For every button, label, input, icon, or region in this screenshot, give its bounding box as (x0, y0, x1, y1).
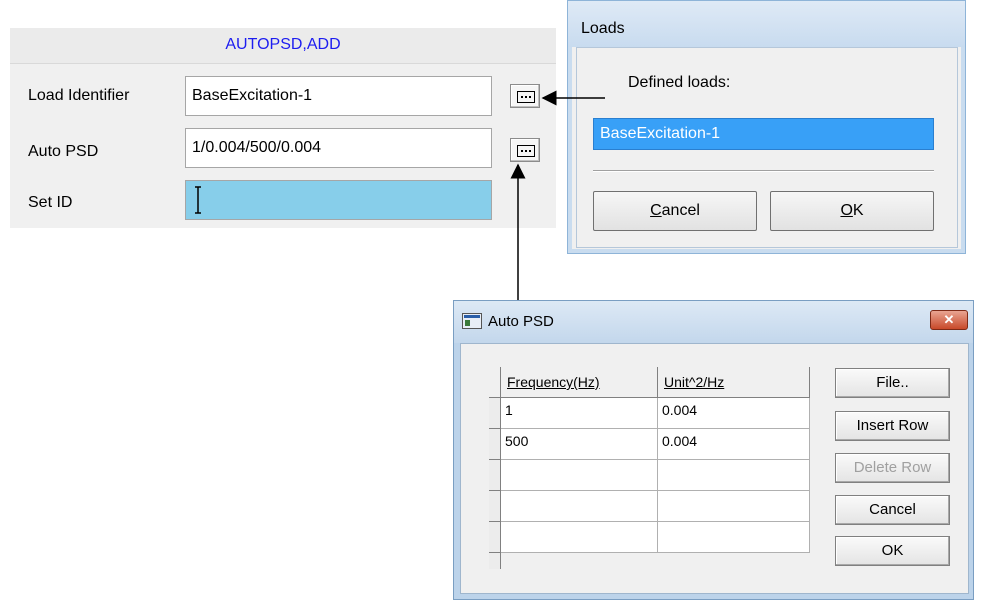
set-id-label: Set ID (28, 194, 73, 211)
insert-row-button[interactable]: Insert Row (835, 411, 950, 441)
loads-titlebar[interactable] (568, 1, 965, 47)
cancel-mnemonic: C (650, 202, 662, 219)
form-title: AUTOPSD,ADD (10, 28, 556, 64)
close-icon: ✕ (943, 312, 955, 327)
cell-frequency[interactable] (501, 460, 658, 491)
grid-corner (489, 367, 501, 398)
row-header[interactable] (489, 522, 501, 553)
loads-ok-button[interactable]: OK (770, 191, 934, 231)
load-identifier-browse-button[interactable] (510, 84, 540, 108)
cancel-rest: ancel (661, 202, 700, 219)
cell-frequency[interactable] (501, 491, 658, 522)
row-header[interactable] (489, 491, 501, 522)
window-icon (462, 313, 482, 329)
row-header[interactable] (489, 398, 501, 429)
loads-separator (593, 170, 934, 172)
column-header-label: Unit^2/Hz (664, 374, 725, 390)
close-button[interactable]: ✕ (930, 310, 968, 330)
loads-cancel-button[interactable]: Cancel (593, 191, 757, 231)
loads-dialog-title: Loads (581, 20, 625, 37)
cell-unit[interactable] (658, 460, 810, 491)
set-id-input[interactable] (185, 180, 492, 220)
ellipsis-icon (517, 91, 535, 103)
ellipsis-icon (517, 145, 535, 157)
cell-unit[interactable] (658, 491, 810, 522)
row-header[interactable] (489, 460, 501, 491)
auto-psd-dialog-title: Auto PSD (488, 313, 554, 330)
delete-row-button[interactable]: Delete Row (835, 453, 950, 483)
column-header-frequency[interactable]: Frequency(Hz) (501, 367, 658, 398)
auto-psd-browse-button[interactable] (510, 138, 540, 162)
load-identifier-label: Load Identifier (28, 87, 130, 104)
loads-list-item[interactable]: BaseExcitation-1 (593, 118, 934, 150)
column-header-unit[interactable]: Unit^2/Hz (658, 367, 810, 398)
cell-frequency[interactable]: 1 (501, 398, 658, 429)
row-header[interactable] (489, 429, 501, 460)
load-identifier-input[interactable]: BaseExcitation-1 (185, 76, 492, 116)
ok-mnemonic: O (840, 202, 853, 219)
file-button[interactable]: File.. (835, 368, 950, 398)
cell-unit[interactable] (658, 522, 810, 553)
text-cursor-icon (195, 186, 201, 214)
cell-frequency[interactable] (501, 522, 658, 553)
psd-cancel-button[interactable]: Cancel (835, 495, 950, 525)
defined-loads-label: Defined loads: (628, 74, 731, 91)
column-header-label: Frequency(Hz) (507, 374, 600, 390)
auto-psd-label: Auto PSD (28, 143, 99, 160)
row-header (489, 553, 501, 569)
psd-ok-button[interactable]: OK (835, 536, 950, 566)
auto-psd-input[interactable]: 1/0.004/500/0.004 (185, 128, 492, 168)
cell-frequency[interactable]: 500 (501, 429, 658, 460)
cell-unit[interactable]: 0.004 (658, 429, 810, 460)
ok-rest: K (852, 202, 864, 219)
cell-unit[interactable]: 0.004 (658, 398, 810, 429)
